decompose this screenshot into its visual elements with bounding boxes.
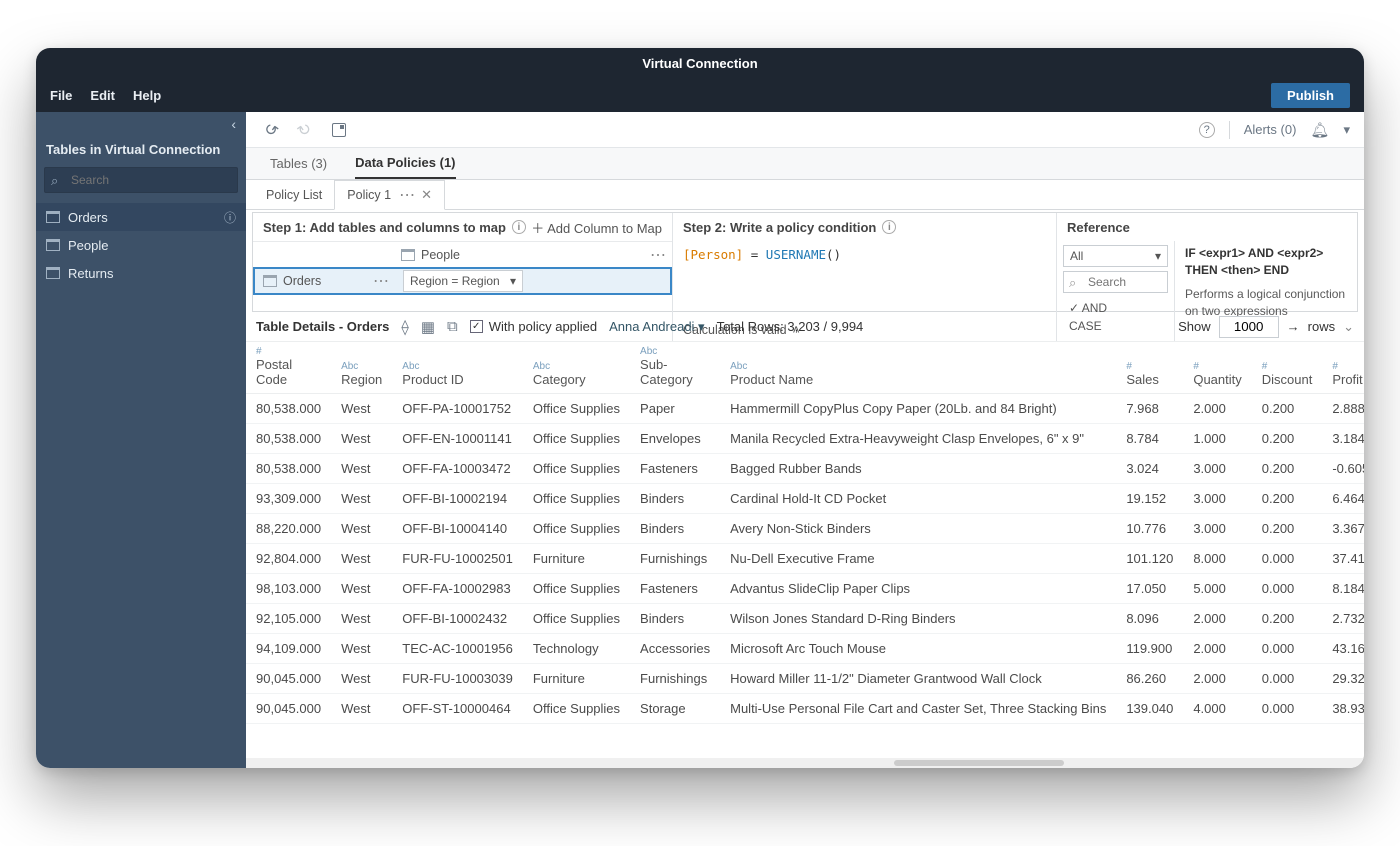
data-table: #Postal CodeAbcRegionAbcProduct IDAbcCat…	[246, 342, 1364, 724]
table-row: 94,109.000WestTEC-AC-10001956TechnologyA…	[246, 634, 1364, 664]
window-title: Virtual Connection	[36, 48, 1364, 78]
map-row-orders[interactable]: Orders ⋯ Region = Region▾	[253, 267, 672, 295]
tag-icon[interactable]: ⟠	[401, 318, 408, 336]
step2-title: Step 2: Write a policy condition	[683, 220, 876, 235]
info-icon[interactable]: i	[882, 220, 896, 234]
show-rows-input[interactable]	[1219, 316, 1279, 338]
col-sub-category[interactable]: AbcSub-Category	[630, 342, 720, 394]
menu-edit[interactable]: Edit	[90, 88, 115, 103]
total-rows: Total Rows: 3,203 / 9,994	[717, 319, 864, 334]
alerts-caret[interactable]: ▾	[1343, 122, 1350, 138]
table-row: 80,538.000WestOFF-PA-10001752Office Supp…	[246, 394, 1364, 424]
ref-snippet: IF <expr1> AND <expr2> THEN <then> END	[1185, 245, 1347, 280]
table-row: 80,538.000WestOFF-EN-10001141Office Supp…	[246, 424, 1364, 454]
subtab-menu-icon[interactable]: ⋯	[399, 185, 413, 205]
menu-help[interactable]: Help	[133, 88, 161, 103]
sidebar-search-input[interactable]	[44, 167, 238, 193]
info-badge-icon: ⓘ	[224, 209, 236, 226]
menu-file[interactable]: File	[50, 88, 72, 103]
policy-applied-checkbox[interactable]: ✓	[470, 320, 483, 333]
map-table-people: People	[421, 248, 460, 262]
user-picker[interactable]: Anna Andreadi ▾	[609, 319, 704, 335]
reference-search[interactable]	[1063, 271, 1168, 293]
sidebar-title: Tables in Virtual Connection	[36, 136, 246, 167]
apply-rows-icon[interactable]: →	[1287, 319, 1300, 334]
table-icon	[401, 249, 415, 261]
subtab-close-icon[interactable]: ✕	[421, 187, 432, 203]
search-icon: ⌕	[51, 173, 58, 189]
table-row: 98,103.000WestOFF-FA-10002983Office Supp…	[246, 574, 1364, 604]
col-sales[interactable]: #Sales	[1116, 342, 1183, 394]
table-icon	[46, 211, 60, 223]
people-menu-icon[interactable]: ⋯	[650, 245, 664, 265]
info-icon[interactable]: i	[512, 220, 526, 234]
col-category[interactable]: AbcCategory	[523, 342, 630, 394]
orders-menu-icon[interactable]: ⋯	[373, 271, 387, 291]
col-region[interactable]: AbcRegion	[331, 342, 392, 394]
horizontal-scrollbar[interactable]	[246, 758, 1364, 768]
undo-icon[interactable]: ↻	[260, 119, 282, 141]
grid-icon[interactable]: ▦	[421, 318, 435, 336]
table-row: 92,804.000WestFUR-FU-10002501FurnitureFu…	[246, 544, 1364, 574]
chevron-down-icon: ▾	[510, 274, 516, 288]
col-postal-code[interactable]: #Postal Code	[246, 342, 331, 394]
table-row: 80,538.000WestOFF-FA-10003472Office Supp…	[246, 454, 1364, 484]
subtab-policy-1[interactable]: Policy 1 ⋯ ✕	[334, 180, 445, 210]
add-column-button[interactable]: ＋ Add Column to Map	[531, 218, 662, 237]
table-row: 93,309.000WestOFF-BI-10002194Office Supp…	[246, 484, 1364, 514]
tab-data-policies[interactable]: Data Policies (1)	[355, 148, 455, 179]
table-row: 90,045.000WestFUR-FU-10003039FurnitureFu…	[246, 664, 1364, 694]
col-product-id[interactable]: AbcProduct ID	[392, 342, 523, 394]
table-row: 92,105.000WestOFF-BI-10002432Office Supp…	[246, 604, 1364, 634]
sidebar-search[interactable]: ⌕	[44, 167, 238, 193]
collapse-sidebar-icon[interactable]: ‹	[36, 112, 246, 136]
table-icon	[263, 275, 277, 287]
details-title: Table Details - Orders	[256, 319, 389, 334]
topbar: File Edit Help Publish	[36, 78, 1364, 112]
subtab-policy-list[interactable]: Policy List	[254, 180, 334, 209]
bell-icon[interactable]: 🔔︎	[1310, 121, 1329, 139]
mapping-dropdown[interactable]: Region = Region▾	[403, 270, 523, 292]
col-profit[interactable]: #Profit	[1322, 342, 1364, 394]
sidebar-item-orders[interactable]: Ordersⓘ	[36, 203, 246, 231]
table-row: 88,220.000WestOFF-BI-10004140Office Supp…	[246, 514, 1364, 544]
step1-title: Step 1: Add tables and columns to map	[263, 220, 506, 235]
sidebar-item-returns[interactable]: Returns	[36, 259, 246, 287]
col-discount[interactable]: #Discount	[1252, 342, 1323, 394]
rows-caret[interactable]: ⌄	[1343, 319, 1354, 335]
alerts-label[interactable]: Alerts (0)	[1244, 122, 1297, 137]
reference-filter[interactable]: All▾	[1063, 245, 1168, 267]
save-icon[interactable]	[328, 119, 350, 141]
redo-icon: ↻	[294, 119, 316, 141]
tab-tables[interactable]: Tables (3)	[270, 148, 327, 179]
table-row: 90,045.000WestOFF-ST-10000464Office Supp…	[246, 694, 1364, 724]
table-icon	[46, 239, 60, 251]
columns-icon[interactable]: ⧉	[447, 318, 458, 335]
sidebar-item-people[interactable]: People	[36, 231, 246, 259]
search-icon: ⌕	[1069, 275, 1076, 291]
table-icon	[46, 267, 60, 279]
help-icon[interactable]: ?	[1199, 122, 1215, 138]
col-quantity[interactable]: #Quantity	[1183, 342, 1251, 394]
reference-title: Reference	[1067, 220, 1130, 235]
policy-expression[interactable]: [Person] = USERNAME()	[673, 241, 1056, 319]
col-product-name[interactable]: AbcProduct Name	[720, 342, 1116, 394]
publish-button[interactable]: Publish	[1271, 83, 1350, 108]
